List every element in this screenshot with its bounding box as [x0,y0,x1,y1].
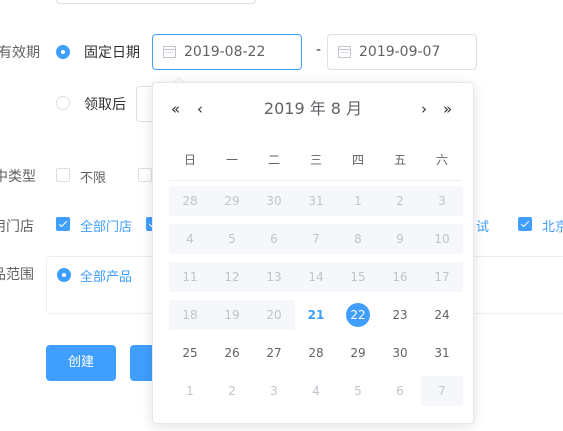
day-cell[interactable]: 5 [337,376,379,406]
day-cell: 6 [253,224,295,254]
date-picker-panel: « ‹ 2019 年 8 月 › » 日 一 二 三 四 五 六 28 29 3… [152,82,474,424]
day-cell[interactable]: 24 [421,300,463,330]
start-date-input[interactable]: 2019-08-22 [152,34,302,70]
week-row: 1 2 3 4 5 6 7 [169,376,463,406]
day-cell: 1 [337,186,379,216]
after-receive-label: 领取后 [84,97,126,113]
weekday-sat: 六 [435,153,448,167]
week-row: 28 29 30 31 1 2 3 [169,186,463,216]
day-cell: 13 [253,262,295,292]
create-button[interactable]: 创建 [46,345,116,381]
week-row: 4 5 6 7 8 9 10 [169,224,463,254]
day-cell[interactable]: 29 [337,338,379,368]
weekday-wed: 三 [309,153,322,167]
weekday-header: 日 一 二 三 四 五 六 [169,149,461,181]
end-date-value: 2019-09-07 [359,44,441,60]
top-input-partial[interactable] [56,0,256,4]
fixed-date-radio[interactable] [56,45,70,59]
day-cell: 9 [379,224,421,254]
day-cell: 3 [421,186,463,216]
day-cell[interactable]: 31 [421,338,463,368]
day-cell: 2 [379,186,421,216]
day-cell: 18 [169,300,211,330]
week-row: 11 12 13 14 15 16 17 [169,262,463,292]
day-cell: 11 [169,262,211,292]
store-label: 用门店 [0,219,34,235]
day-cell: 17 [421,262,463,292]
day-cell: 20 [253,300,295,330]
week-row: 25 26 27 28 29 30 31 [169,338,461,368]
day-cell: 15 [337,262,379,292]
product-all-radio[interactable] [57,268,71,282]
day-cell-selected[interactable]: 22 [337,300,379,330]
range-separator: - [316,42,322,58]
calendar-icon [163,46,176,58]
product-label: 品范围 [0,267,34,283]
week-row: 18 19 20 21 22 23 24 [169,300,461,330]
day-cell[interactable]: 26 [211,338,253,368]
store-test-label: 试 [476,220,490,235]
day-cell-today[interactable]: 21 [295,300,337,330]
day-cell[interactable]: 4 [295,376,337,406]
day-cell: 10 [421,224,463,254]
day-cell: 16 [379,262,421,292]
start-date-value: 2019-08-22 [184,44,266,60]
day-cell[interactable]: 30 [379,338,421,368]
day-cell: 29 [211,186,253,216]
day-cell[interactable]: 1 [169,376,211,406]
after-receive-radio[interactable] [56,96,70,110]
day-cell: 31 [295,186,337,216]
day-cell[interactable]: 28 [295,338,337,368]
type-label: 中类型 [0,169,36,185]
day-cell: 14 [295,262,337,292]
end-date-input[interactable]: 2019-09-07 [327,34,477,70]
day-cell[interactable]: 6 [379,376,421,406]
day-cell[interactable]: 23 [379,300,421,330]
store-beijing-label: 北京 [542,220,563,235]
store-all-label: 全部门店 [80,220,133,235]
day-cell: 5 [211,224,253,254]
weekday-mon: 一 [225,153,238,167]
weekday-fri: 五 [393,153,406,167]
day-cell: 19 [211,300,253,330]
day-cell[interactable]: 2 [211,376,253,406]
next-year-button[interactable]: » [443,99,452,119]
weekday-tue: 二 [267,153,280,167]
validity-label: 有效期 [0,45,40,61]
type-option-checkbox[interactable] [138,168,152,182]
day-cell[interactable]: 25 [169,338,211,368]
next-month-button[interactable]: › [421,99,427,119]
day-cell: 30 [253,186,295,216]
weekday-thu: 四 [351,153,364,167]
product-all-label: 全部产品 [80,270,133,285]
store-beijing-checkbox[interactable] [518,217,532,231]
day-cell: 7 [295,224,337,254]
day-cell[interactable]: 3 [253,376,295,406]
weekday-sun: 日 [183,153,196,167]
day-cell: 7 [421,376,463,406]
day-cell[interactable]: 27 [253,338,295,368]
type-unlimited-label: 不限 [80,171,107,186]
selected-day-value: 22 [346,303,370,327]
store-all-checkbox[interactable] [56,217,70,231]
day-cell: 12 [211,262,253,292]
type-unlimited-checkbox[interactable] [56,168,70,182]
calendar-icon [338,46,351,58]
day-cell: 28 [169,186,211,216]
day-cell: 4 [169,224,211,254]
day-cell: 8 [337,224,379,254]
fixed-date-label: 固定日期 [84,45,140,61]
